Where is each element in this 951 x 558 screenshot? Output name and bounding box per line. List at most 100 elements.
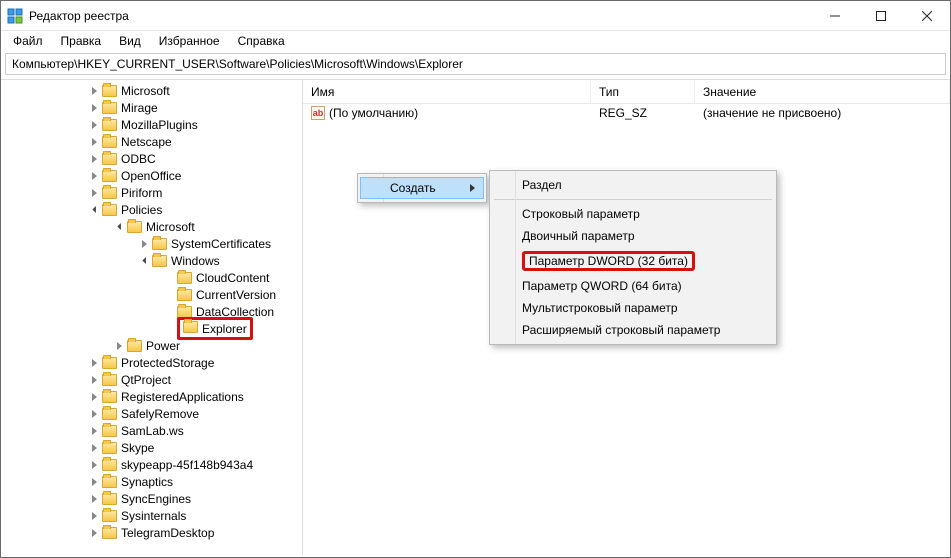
- tree-label: Policies: [121, 203, 162, 217]
- tree-label: Piriform: [121, 186, 162, 200]
- ctx-create-label: Создать: [390, 181, 436, 195]
- menu-edit[interactable]: Правка: [53, 32, 110, 50]
- tree-node[interactable]: Microsoft: [1, 218, 302, 235]
- tree-node[interactable]: Mirage: [1, 99, 302, 116]
- caret-closed-icon[interactable]: [89, 136, 100, 147]
- folder-icon: [152, 255, 167, 267]
- maximize-button[interactable]: [858, 1, 904, 30]
- tree-label: TelegramDesktop: [121, 526, 214, 540]
- ctx-create[interactable]: Создать: [360, 177, 484, 199]
- menu-favorites[interactable]: Избранное: [151, 32, 228, 50]
- ctx-new-string[interactable]: Строковый параметр: [492, 203, 774, 225]
- menu-file[interactable]: Файл: [5, 32, 51, 50]
- close-button[interactable]: [904, 1, 950, 30]
- regedit-icon: [7, 8, 23, 24]
- list-row[interactable]: ab (По умолчанию) REG_SZ (значение не пр…: [303, 104, 950, 122]
- folder-icon: [102, 187, 117, 199]
- caret-closed-icon[interactable]: [89, 85, 100, 96]
- tree-label: Synaptics: [121, 475, 173, 489]
- address-bar[interactable]: Компьютер\HKEY_CURRENT_USER\Software\Pol…: [5, 53, 946, 75]
- caret-open-icon[interactable]: [89, 204, 100, 215]
- tree-node[interactable]: Synaptics: [1, 473, 302, 490]
- ctx-new-multistring[interactable]: Мультистроковый параметр: [492, 297, 774, 319]
- tree-label: SyncEngines: [121, 492, 191, 506]
- folder-icon: [102, 391, 117, 403]
- tree-pane[interactable]: Microsoft MirageMozillaPluginsNetscapeODB…: [1, 79, 303, 555]
- caret-closed-icon[interactable]: [89, 493, 100, 504]
- tree-node[interactable]: Windows: [1, 252, 302, 269]
- context-menu-primary: Создать: [357, 173, 487, 203]
- caret-closed-icon[interactable]: [89, 170, 100, 181]
- caret-closed-icon[interactable]: [89, 476, 100, 487]
- ctx-new-dword[interactable]: Параметр DWORD (32 бита): [492, 247, 774, 275]
- tree-node[interactable]: ODBC: [1, 150, 302, 167]
- folder-icon: [102, 357, 117, 369]
- tree-node[interactable]: TelegramDesktop: [1, 524, 302, 541]
- minimize-button[interactable]: [812, 1, 858, 30]
- tree-node[interactable]: MozillaPlugins: [1, 116, 302, 133]
- tree-node[interactable]: Power: [1, 337, 302, 354]
- list-pane[interactable]: Имя Тип Значение ab (По умолчанию) REG_S…: [303, 79, 950, 555]
- ctx-new-qword[interactable]: Параметр QWORD (64 бита): [492, 275, 774, 297]
- tree-label: skypeapp-45f148b943a4: [121, 458, 253, 472]
- tree-node[interactable]: skypeapp-45f148b943a4: [1, 456, 302, 473]
- menu-help[interactable]: Справка: [230, 32, 293, 50]
- col-header-type[interactable]: Тип: [591, 80, 695, 103]
- tree-node[interactable]: SamLab.ws: [1, 422, 302, 439]
- folder-icon: [102, 119, 117, 131]
- ctx-new-key[interactable]: Раздел: [492, 174, 774, 196]
- tree-node[interactable]: SafelyRemove: [1, 405, 302, 422]
- folder-icon: [102, 476, 117, 488]
- caret-closed-icon[interactable]: [89, 357, 100, 368]
- folder-icon: [102, 510, 117, 522]
- row-type: REG_SZ: [591, 106, 695, 120]
- tree-node[interactable]: Piriform: [1, 184, 302, 201]
- caret-none: [164, 289, 175, 300]
- tree-node[interactable]: Skype: [1, 439, 302, 456]
- folder-icon: [102, 102, 117, 114]
- col-header-value[interactable]: Значение: [695, 80, 950, 103]
- caret-closed-icon[interactable]: [89, 408, 100, 419]
- tree-node[interactable]: OpenOffice: [1, 167, 302, 184]
- menu-view[interactable]: Вид: [111, 32, 149, 50]
- caret-closed-icon[interactable]: [89, 187, 100, 198]
- tree-node[interactable]: ProtectedStorage: [1, 354, 302, 371]
- caret-closed-icon[interactable]: [89, 442, 100, 453]
- caret-closed-icon[interactable]: [89, 102, 100, 113]
- caret-closed-icon[interactable]: [89, 374, 100, 385]
- tree-label: Microsoft: [146, 220, 195, 234]
- caret-closed-icon[interactable]: [139, 238, 150, 249]
- ctx-new-expandstring[interactable]: Расширяемый строковый параметр: [492, 319, 774, 341]
- caret-open-icon[interactable]: [114, 221, 125, 232]
- tree-node[interactable]: Netscape: [1, 133, 302, 150]
- tree-node[interactable]: Policies: [1, 201, 302, 218]
- caret-closed-icon[interactable]: [89, 119, 100, 130]
- folder-icon: [102, 204, 117, 216]
- tree-node[interactable]: SyncEngines: [1, 490, 302, 507]
- caret-none: [164, 323, 175, 334]
- tree-node[interactable]: Sysinternals: [1, 507, 302, 524]
- caret-closed-icon[interactable]: [89, 153, 100, 164]
- tree-node[interactable]: QtProject: [1, 371, 302, 388]
- tree-node[interactable]: Explorer: [1, 320, 302, 337]
- caret-closed-icon[interactable]: [89, 527, 100, 538]
- tree-node[interactable]: DataCollection: [1, 303, 302, 320]
- tree-node[interactable]: RegisteredApplications: [1, 388, 302, 405]
- tree-node[interactable]: CloudContent: [1, 269, 302, 286]
- tree-label: QtProject: [121, 373, 171, 387]
- window-title: Редактор реестра: [29, 9, 812, 23]
- caret-closed-icon[interactable]: [89, 510, 100, 521]
- row-name: (По умолчанию): [329, 106, 418, 120]
- caret-closed-icon[interactable]: [89, 391, 100, 402]
- caret-closed-icon[interactable]: [114, 340, 125, 351]
- tree-node[interactable]: CurrentVersion: [1, 286, 302, 303]
- tree-node[interactable]: SystemCertificates: [1, 235, 302, 252]
- folder-icon: [102, 493, 117, 505]
- tree-label: Mirage: [121, 101, 158, 115]
- tree-node[interactable]: Microsoft: [1, 82, 302, 99]
- ctx-new-binary[interactable]: Двоичный параметр: [492, 225, 774, 247]
- caret-closed-icon[interactable]: [89, 459, 100, 470]
- caret-open-icon[interactable]: [139, 255, 150, 266]
- col-header-name[interactable]: Имя: [303, 80, 591, 103]
- caret-closed-icon[interactable]: [89, 425, 100, 436]
